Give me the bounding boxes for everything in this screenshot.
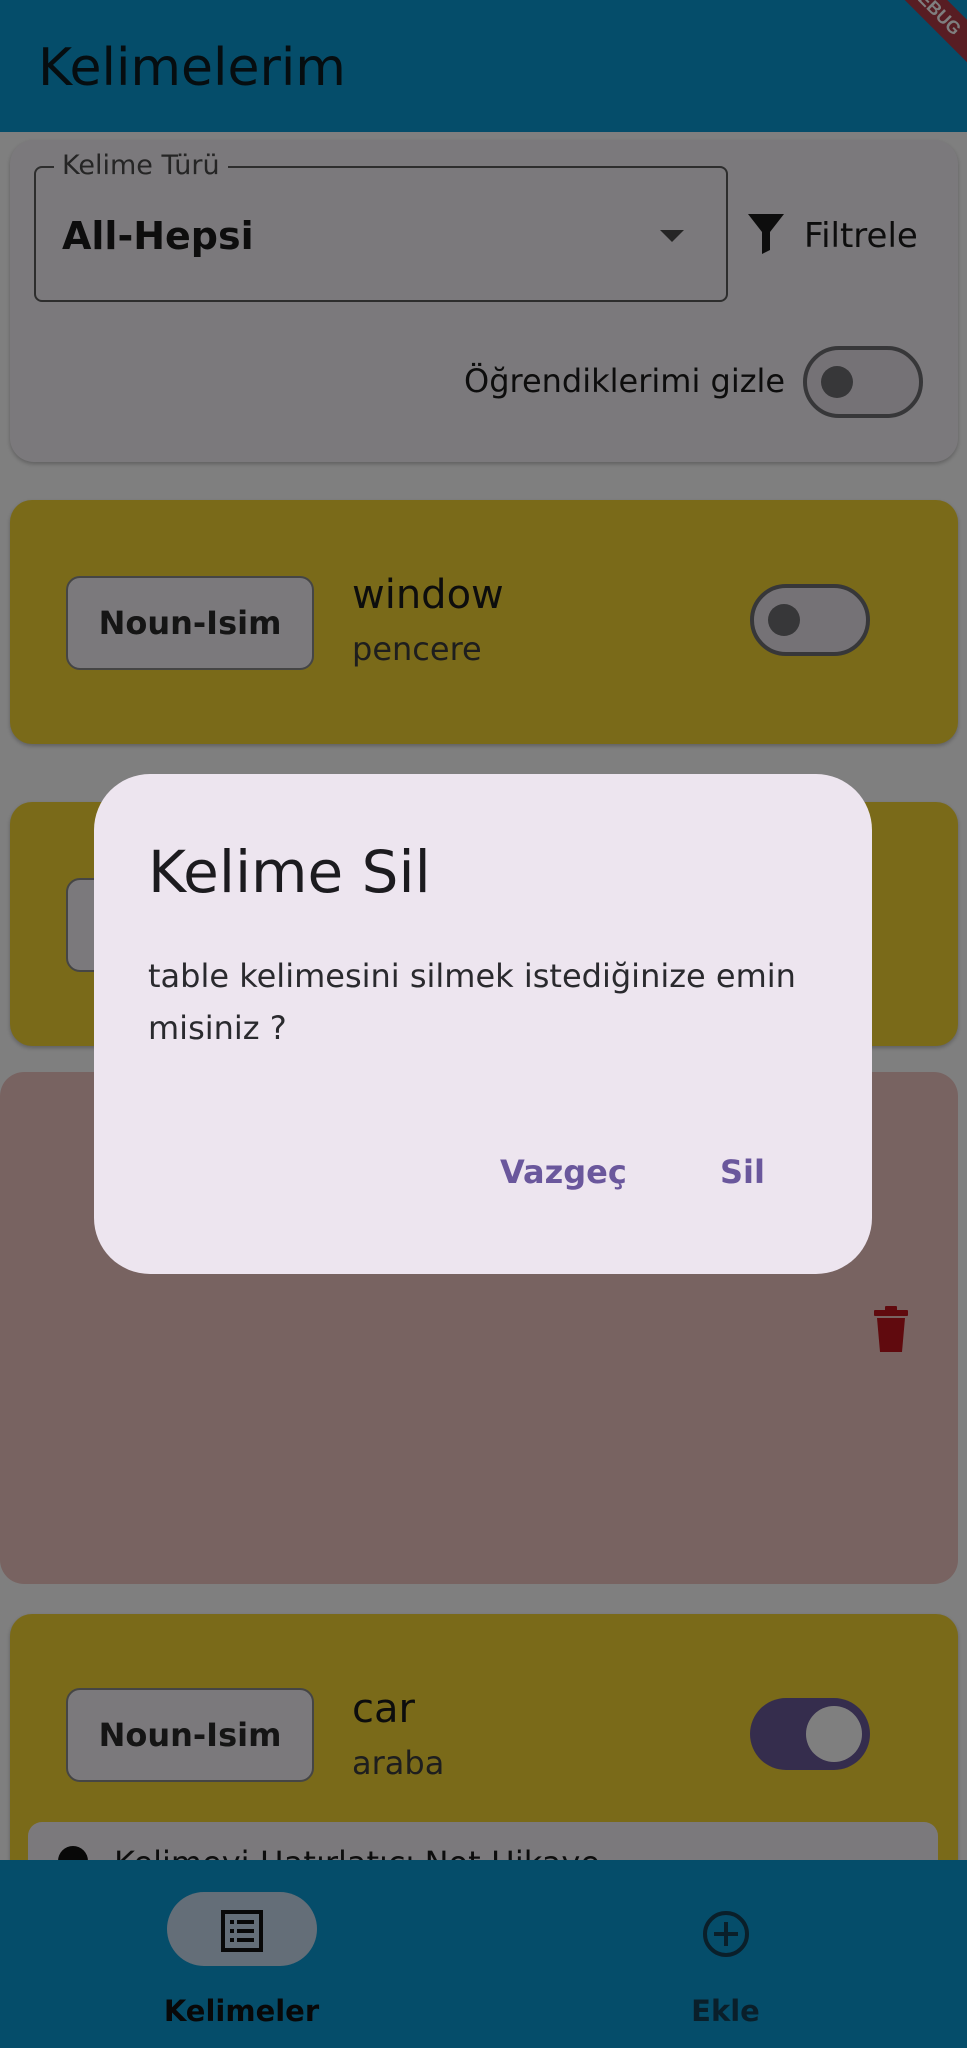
cancel-button[interactable]: Vazgeç [478,1132,649,1212]
dialog-message: table kelimesini silmek istediğinize emi… [148,957,796,1047]
delete-button[interactable]: Sil [698,1132,787,1212]
dialog-title: Kelime Sil [148,838,431,906]
delete-dialog: Kelime Sil table kelimesini silmek isted… [94,774,872,1274]
